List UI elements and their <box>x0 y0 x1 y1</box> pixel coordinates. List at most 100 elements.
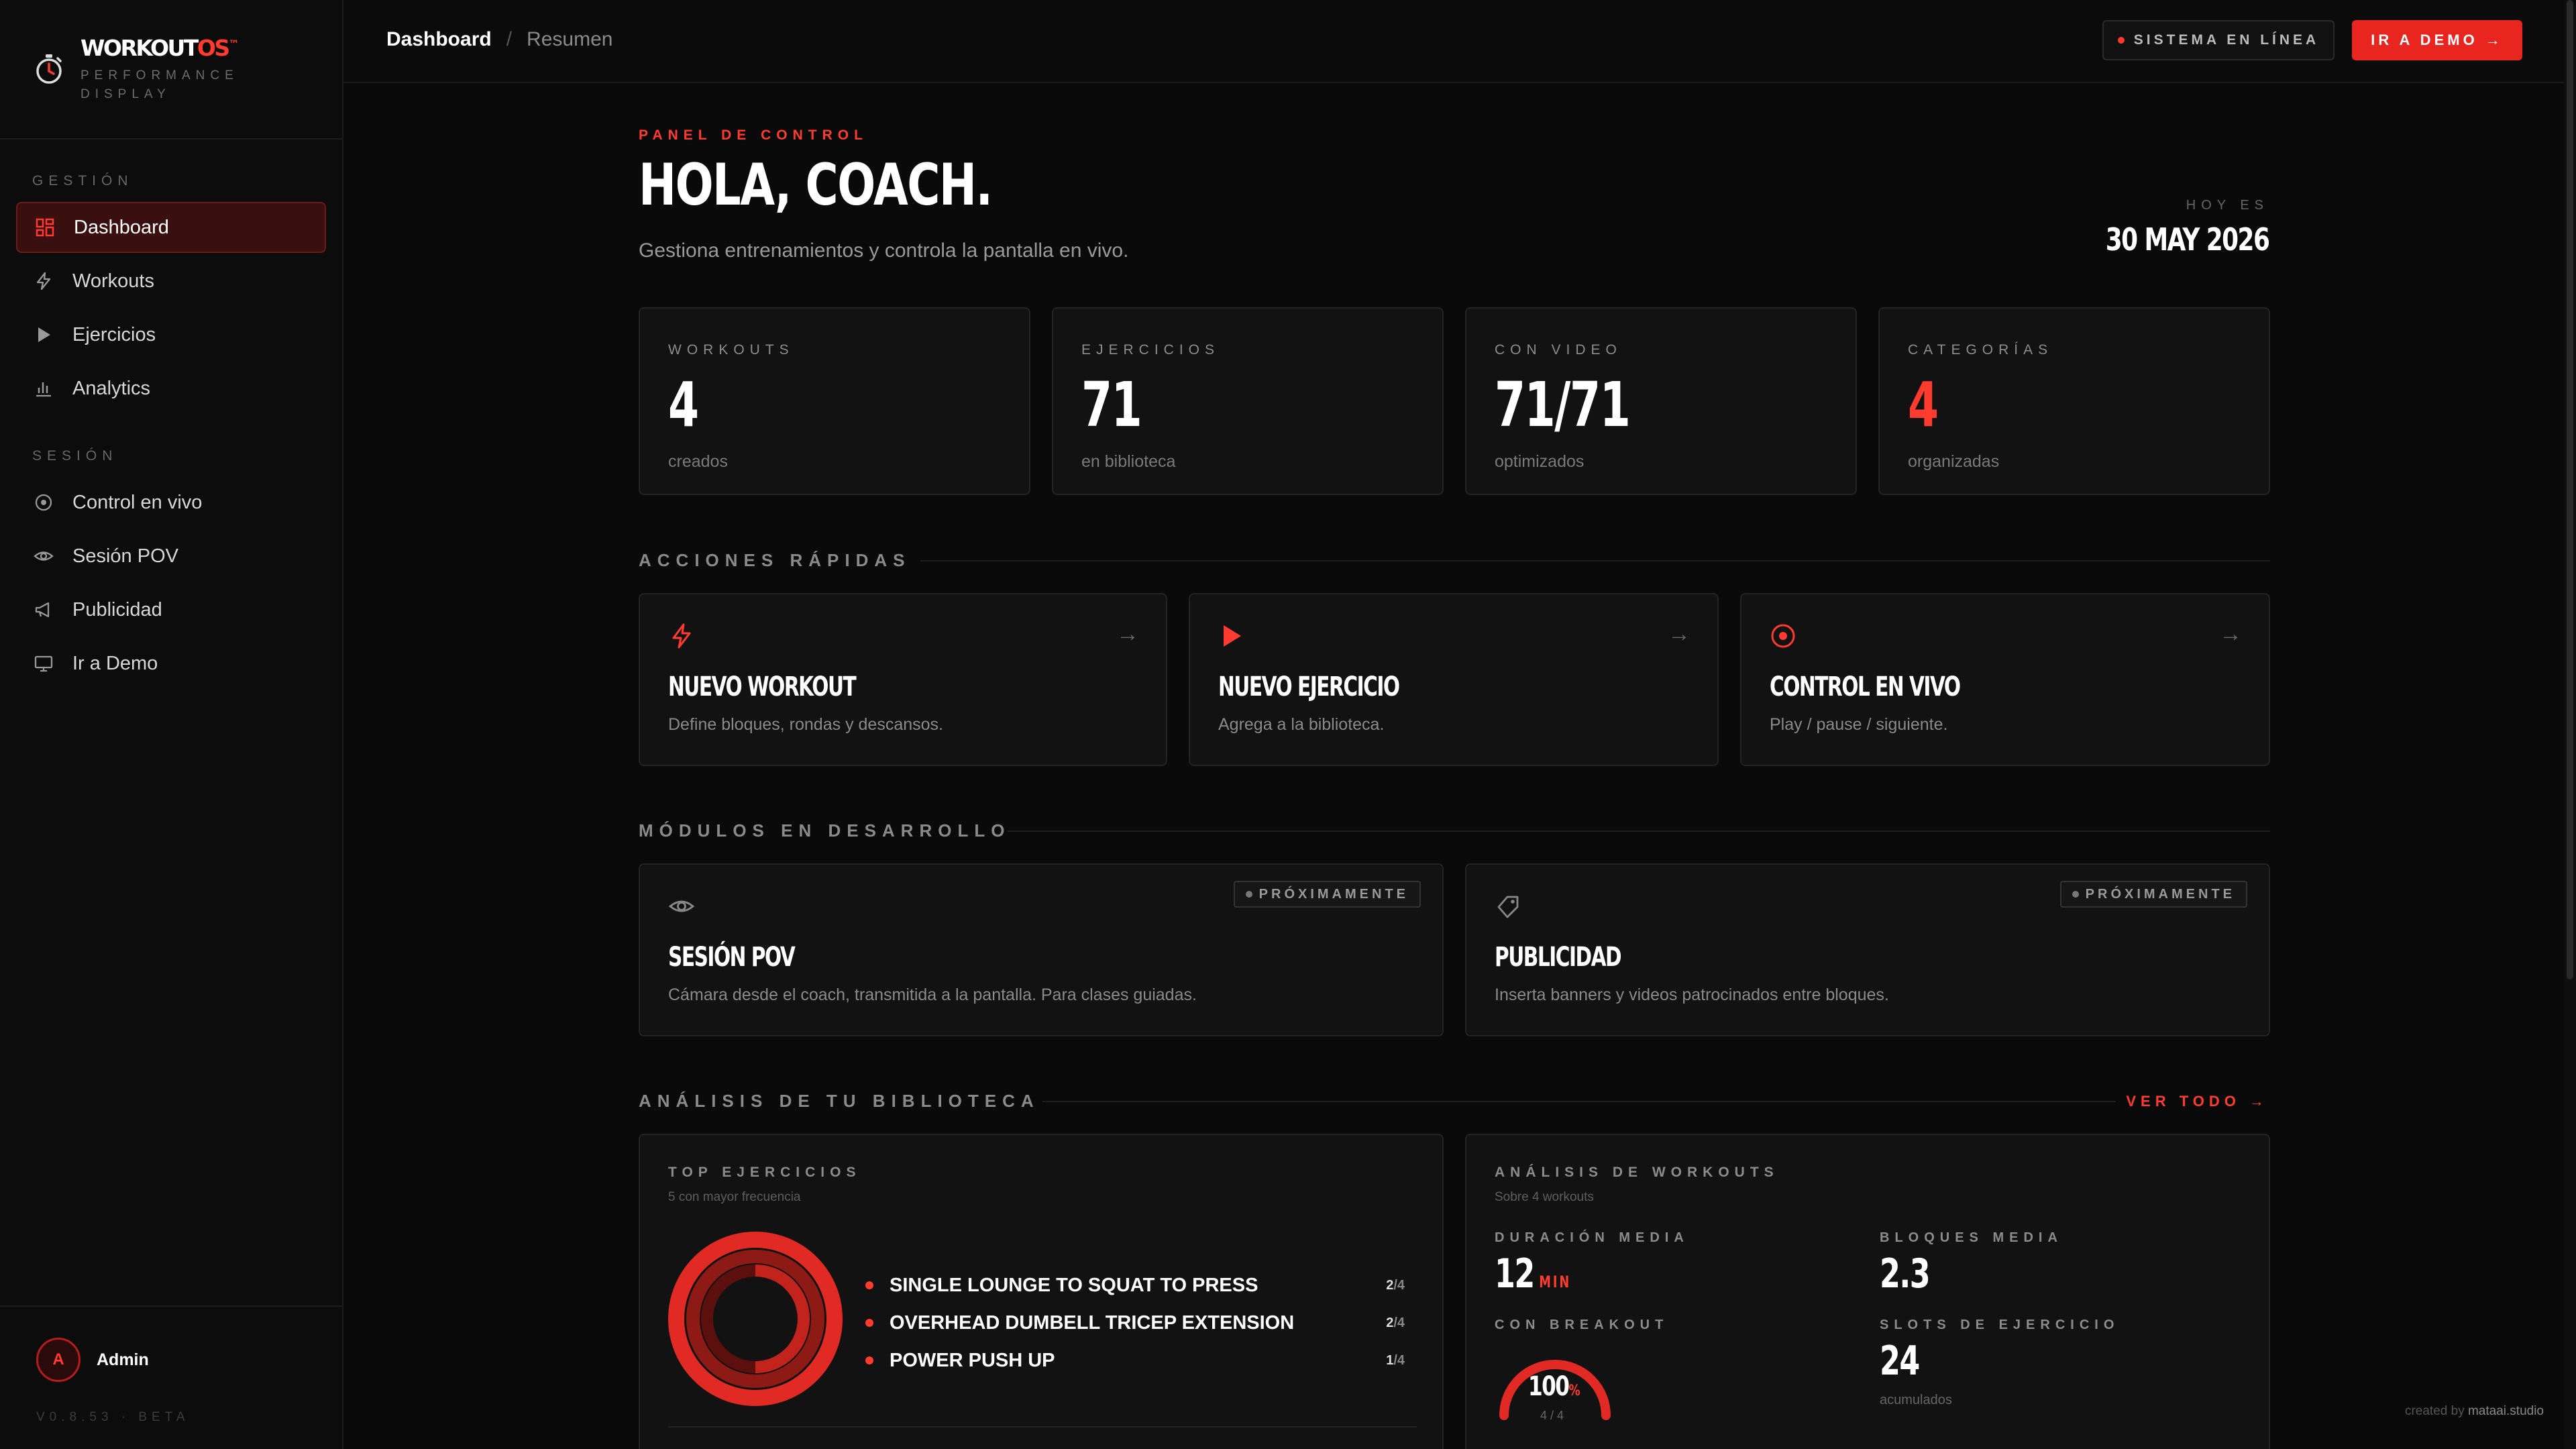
sidebar-item-label: Dashboard <box>74 216 169 238</box>
brand-name: WORKOUTOS™ <box>80 35 239 61</box>
bullet-dot-icon <box>865 1281 873 1289</box>
module-title: PUBLICIDAD <box>1495 942 1622 973</box>
arrow-right-icon: → <box>2219 621 2242 647</box>
breakout-label: CON BREAKOUT <box>1495 1318 1669 1332</box>
brand[interactable]: WORKOUTOS™ PERFORMANCE DISPLAY <box>32 32 255 104</box>
quick-action-desc: Play / pause / siguiente. <box>1770 715 1948 734</box>
breadcrumb: Dashboard / Resumen <box>386 28 612 51</box>
stat-value: 71 <box>1081 369 1142 441</box>
stat-card-workouts: WORKOUTS 4 creados <box>639 307 1030 495</box>
module-desc: Inserta banners y videos patrocinados en… <box>1495 985 1889 1004</box>
quick-action-live-control[interactable]: → CONTROL EN VIVO Play / pause / siguien… <box>1740 593 2270 766</box>
see-all-link[interactable]: VER TODO → <box>2126 1093 2269 1110</box>
stat-value: 4 <box>1908 369 1939 441</box>
slots-value: 24 <box>1880 1338 1920 1385</box>
list-item[interactable]: OVERHEAD DUMBELL TRICEP EXTENSION 2/4 <box>865 1304 1405 1342</box>
sidebar: WORKOUTOS™ PERFORMANCE DISPLAY GESTIÓN D… <box>0 0 343 1449</box>
donut-chart <box>668 1232 843 1406</box>
go-to-demo-button[interactable]: IR A DEMO → <box>2352 20 2522 60</box>
module-title: SESIÓN POV <box>668 942 796 973</box>
user-profile[interactable]: A Admin <box>36 1338 149 1382</box>
tag-icon <box>1497 896 1519 918</box>
credit-label: created by mataai.studio <box>2404 1404 2544 1418</box>
coming-soon-badge: PRÓXIMAMENTE <box>1233 881 1421 908</box>
play-icon <box>1224 625 1241 647</box>
stat-card-con-video: CON VIDEO 71/71 optimizados <box>1465 307 1857 495</box>
list-item[interactable]: POWER PUSH UP 1/4 <box>865 1342 1405 1379</box>
sidebar-item-label: Control en vivo <box>72 491 203 513</box>
stat-sub: optimizados <box>1495 452 1585 471</box>
stat-sub: organizadas <box>1908 452 2000 471</box>
stat-label: EJERCICIOS <box>1081 342 1220 358</box>
megaphone-icon <box>35 602 50 618</box>
status-dot-icon <box>2117 37 2125 44</box>
workouts-analysis-card: ANÁLISIS DE WORKOUTS Sobre 4 workouts DU… <box>1465 1134 2270 1449</box>
stat-card-categorias: CATEGORÍAS 4 organizadas <box>1878 307 2270 495</box>
stat-sub: en biblioteca <box>1081 452 1176 471</box>
sidebar-item-label: Ejercicios <box>72 323 156 345</box>
module-desc: Cámara desde el coach, transmitida a la … <box>668 985 1197 1004</box>
stat-label: CATEGORÍAS <box>1908 342 2053 358</box>
breadcrumb-sub: Resumen <box>527 28 613 50</box>
sidebar-item-label: Workouts <box>72 270 154 292</box>
section-divider <box>920 560 2270 561</box>
sidebar-item-ir-a-demo[interactable]: Ir a Demo <box>16 638 326 689</box>
scrollbar[interactable] <box>2564 0 2576 1449</box>
sidebar-divider <box>0 1305 343 1307</box>
today-date: 30 MAY 2026 <box>2105 221 2269 258</box>
top-exercises-list: SINGLE LOUNGE TO SQUAT TO PRESS 2/4 OVERH… <box>865 1267 1405 1379</box>
version-label: V0.8.53 · BETA <box>36 1410 190 1424</box>
monitor-icon <box>34 655 53 672</box>
sidebar-item-analytics[interactable]: Analytics <box>16 363 326 414</box>
bullet-dot-icon <box>865 1356 873 1364</box>
sidebar-item-dashboard[interactable]: Dashboard <box>16 202 326 253</box>
sidebar-item-workouts[interactable]: Workouts <box>16 256 326 307</box>
target-icon <box>35 494 52 511</box>
stat-value: 71/71 <box>1495 369 1631 441</box>
system-status-label: SISTEMA EN LÍNEA <box>2133 32 2320 48</box>
quick-action-new-exercise[interactable]: → NUEVO EJERCICIO Agrega a la biblioteca… <box>1189 593 1719 766</box>
quick-actions-title: ACCIONES RÁPIDAS <box>639 550 911 570</box>
sidebar-item-label: Ir a Demo <box>72 652 158 674</box>
quick-action-title: NUEVO WORKOUT <box>668 672 857 702</box>
badge-label: PRÓXIMAMENTE <box>2085 886 2235 902</box>
sidebar-item-label: Sesión POV <box>72 545 178 567</box>
badge-label: PRÓXIMAMENTE <box>1258 886 1409 902</box>
stat-label: CON VIDEO <box>1495 342 1622 358</box>
stat-card-ejercicios: EJERCICIOS 71 en biblioteca <box>1052 307 1444 495</box>
sidebar-item-sesion-pov[interactable]: Sesión POV <box>16 531 326 582</box>
quick-action-new-workout[interactable]: → NUEVO WORKOUT Define bloques, rondas y… <box>639 593 1167 766</box>
today-label: HOY ES <box>2186 198 2269 213</box>
section-sesion-label: SESIÓN <box>32 448 118 464</box>
system-status-badge: SISTEMA EN LÍNEA <box>2102 20 2334 60</box>
badge-dot-icon <box>1245 891 1252 898</box>
eye-icon <box>668 900 695 912</box>
scrollbar-thumb[interactable] <box>2567 0 2573 979</box>
stat-label: WORKOUTS <box>668 342 794 358</box>
user-name: Admin <box>97 1350 149 1369</box>
module-card-sesion-pov: PRÓXIMAMENTE SESIÓN POV Cámara desde el … <box>639 863 1444 1036</box>
duration-label: DURACIÓN MEDIA <box>1495 1230 1689 1245</box>
target-icon <box>1771 624 1795 648</box>
duration-value: 12 MIN <box>1495 1250 1572 1297</box>
arrow-right-icon: → <box>1116 621 1139 647</box>
sidebar-item-label: Publicidad <box>72 598 162 621</box>
brand-subtitle: PERFORMANCE DISPLAY <box>80 68 239 101</box>
workouts-analysis-title: ANÁLISIS DE WORKOUTS <box>1495 1165 1779 1180</box>
avatar: A <box>36 1338 80 1382</box>
sidebar-item-ejercicios[interactable]: Ejercicios <box>16 309 326 360</box>
badge-dot-icon <box>2072 891 2079 898</box>
sidebar-item-control-en-vivo[interactable]: Control en vivo <box>16 477 326 528</box>
workouts-analysis-subtitle: Sobre 4 workouts <box>1495 1190 1594 1204</box>
grid-icon <box>36 218 54 237</box>
breadcrumb-current[interactable]: Dashboard <box>386 28 492 51</box>
sidebar-item-publicidad[interactable]: Publicidad <box>16 584 326 635</box>
list-item[interactable]: SINGLE LOUNGE TO SQUAT TO PRESS 2/4 <box>865 1267 1405 1304</box>
coming-soon-badge: PRÓXIMAMENTE <box>2059 881 2247 908</box>
top-exercises-title: TOP EJERCICIOS <box>668 1165 861 1180</box>
blocks-label: BLOQUES MEDIA <box>1880 1230 2063 1245</box>
stat-value: 4 <box>668 369 699 441</box>
breakout-value: 100% <box>1528 1371 1580 1402</box>
bolt-icon <box>36 272 51 290</box>
bar-chart-icon <box>36 382 51 397</box>
